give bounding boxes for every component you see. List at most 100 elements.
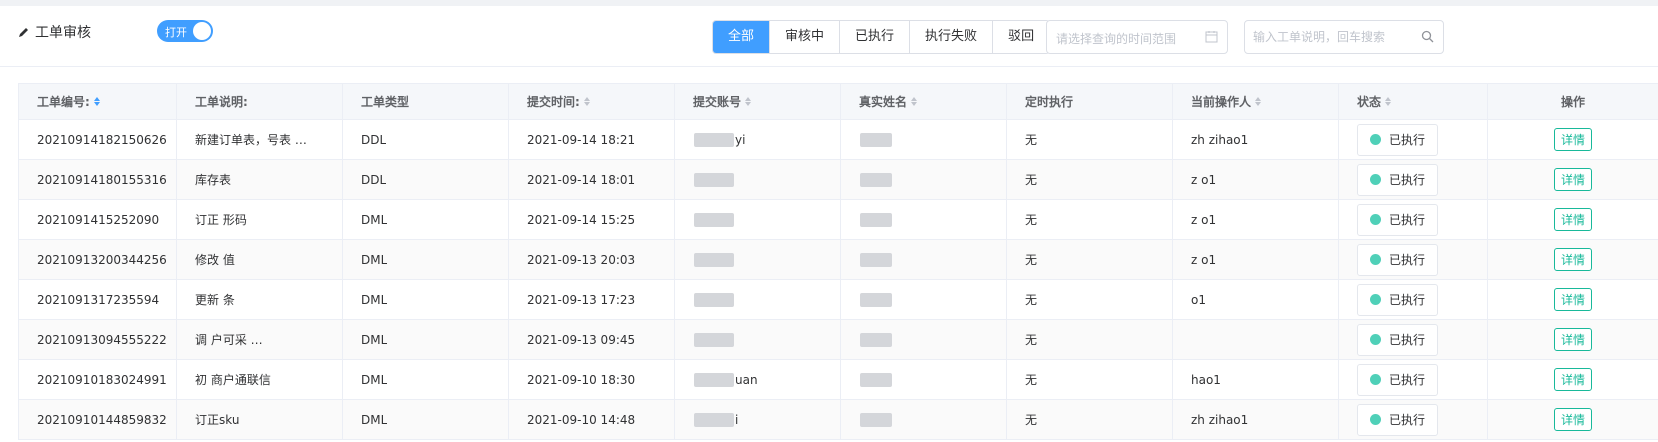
status-text: 已执行 (1389, 293, 1426, 307)
cell-action: 详情 (1488, 320, 1658, 359)
cell-text: 调 户可采 … (195, 333, 263, 347)
detail-button[interactable]: 详情 (1553, 248, 1592, 271)
cell-name (841, 400, 1007, 439)
sort-caret-icon[interactable] (93, 97, 100, 106)
search-input[interactable] (1253, 28, 1413, 46)
sort-caret-icon[interactable] (911, 97, 918, 106)
status-badge: 已执行 (1357, 163, 1439, 196)
cell-type: DML (343, 400, 509, 439)
cell-text: zh zihao1 (1191, 412, 1249, 427)
cell-text: 2021-09-14 15:25 (527, 212, 636, 227)
cell-type: DDL (343, 160, 509, 199)
filter-button-1[interactable]: 审核中 (769, 21, 840, 53)
cell-status: 已执行 (1339, 280, 1488, 319)
cell-action: 详情 (1488, 280, 1658, 319)
detail-button[interactable]: 详情 (1553, 128, 1592, 151)
cell-text: 无 (1025, 293, 1038, 307)
status-dot-icon (1370, 134, 1381, 145)
status-dot-icon (1370, 174, 1381, 185)
cell-text: 2021-09-14 18:01 (527, 172, 636, 187)
cell-text: i (735, 412, 739, 427)
cell-timed: 无 (1007, 200, 1173, 239)
cell-text: 2021091317235594 (37, 292, 160, 307)
search-box[interactable] (1244, 20, 1444, 54)
filter-button-4[interactable]: 驳回 (992, 21, 1050, 53)
redacted-block (860, 292, 892, 307)
cell-timed: 无 (1007, 360, 1173, 399)
detail-button[interactable]: 详情 (1553, 288, 1592, 311)
column-header-0[interactable]: 工单编号: (19, 84, 177, 119)
sort-caret-icon[interactable] (1255, 97, 1262, 106)
cell-account: uan (675, 360, 841, 399)
cell-text: DDL (361, 172, 387, 187)
column-header-9: 操作 (1488, 84, 1658, 119)
column-header-3[interactable]: 提交时间: (509, 84, 675, 119)
detail-button[interactable]: 详情 (1553, 408, 1592, 431)
cell-text: DML (361, 372, 388, 387)
redacted-block (860, 372, 892, 387)
cell-text: yi (735, 132, 746, 147)
column-header-label: 定时执行 (1025, 95, 1074, 109)
cell-desc: 更新 条 (177, 280, 343, 319)
filter-button-2[interactable]: 已执行 (839, 21, 910, 53)
cell-text: 初 商户通联信 (195, 373, 271, 387)
audit-switch[interactable]: 打开 (157, 20, 213, 42)
cell-time: 2021-09-13 17:23 (509, 280, 675, 319)
table-row: 20210913200344256 修改 值 DML 2021-09-13 20:03… (19, 240, 1658, 280)
search-icon[interactable] (1421, 30, 1434, 43)
cell-name (841, 120, 1007, 159)
cell-text: o1 (1191, 292, 1206, 307)
table-row: 2021091415252090 订正 形码 DML 2021-09-14 15:25… (19, 200, 1658, 240)
edit-icon (19, 28, 28, 37)
column-header-4[interactable]: 提交账号 (675, 84, 841, 119)
column-header-5[interactable]: 真实姓名 (841, 84, 1007, 119)
column-header-1: 工单说明: (177, 84, 343, 119)
cell-operator: z o1 (1173, 160, 1339, 199)
cell-text: 订正sku (195, 413, 240, 427)
cell-account: yi (675, 120, 841, 159)
cell-account (675, 320, 841, 359)
status-dot-icon (1370, 214, 1381, 225)
cell-timed: 无 (1007, 280, 1173, 319)
filter-button-3[interactable]: 执行失败 (909, 21, 993, 53)
cell-text: DDL (361, 132, 387, 147)
cell-text: 新建订单表，号表 … (195, 133, 307, 147)
cell-text: 20210914182150626 (37, 132, 167, 147)
cell-text: DML (361, 332, 388, 347)
cell-text: 2021-09-14 18:21 (527, 132, 636, 147)
detail-button[interactable]: 详情 (1553, 368, 1592, 391)
table-row: 20210910183024991 初 商户通联信 DML 2021-09-10 18… (19, 360, 1658, 400)
cell-text: 2021091415252090 (37, 212, 160, 227)
sort-caret-icon[interactable] (745, 97, 752, 106)
cell-text: 无 (1025, 133, 1038, 147)
filter-button-0[interactable]: 全部 (713, 21, 770, 53)
redacted-block (860, 132, 892, 147)
sort-caret-icon[interactable] (583, 97, 590, 106)
redacted-block (860, 412, 892, 427)
date-range-picker[interactable]: 请选择查询的时间范围 (1046, 20, 1228, 54)
cell-text: z o1 (1191, 212, 1217, 227)
sort-caret-icon[interactable] (1385, 97, 1392, 106)
status-text: 已执行 (1389, 373, 1426, 387)
column-header-label: 真实姓名 (859, 95, 908, 109)
status-badge: 已执行 (1357, 283, 1439, 316)
cell-operator: z o1 (1173, 200, 1339, 239)
status-filter-group: 全部 审核中 已执行 执行失败 驳回 (712, 20, 1051, 54)
cell-action: 详情 (1488, 120, 1658, 159)
page-title-text: 工单审核 (35, 25, 91, 41)
column-header-7[interactable]: 当前操作人 (1173, 84, 1339, 119)
detail-button[interactable]: 详情 (1553, 208, 1592, 231)
redacted-block (694, 292, 734, 307)
cell-time: 2021-09-10 14:48 (509, 400, 675, 439)
cell-account (675, 160, 841, 199)
cell-time: 2021-09-13 20:03 (509, 240, 675, 279)
cell-text: 无 (1025, 413, 1038, 427)
cell-text: 2021-09-13 17:23 (527, 292, 636, 307)
detail-button[interactable]: 详情 (1553, 168, 1592, 191)
cell-text: 20210914180155316 (37, 172, 167, 187)
detail-button[interactable]: 详情 (1553, 328, 1592, 351)
cell-action: 详情 (1488, 400, 1658, 439)
column-header-8[interactable]: 状态 (1339, 84, 1488, 119)
cell-text: 更新 条 (195, 293, 235, 307)
status-badge: 已执行 (1357, 123, 1439, 156)
